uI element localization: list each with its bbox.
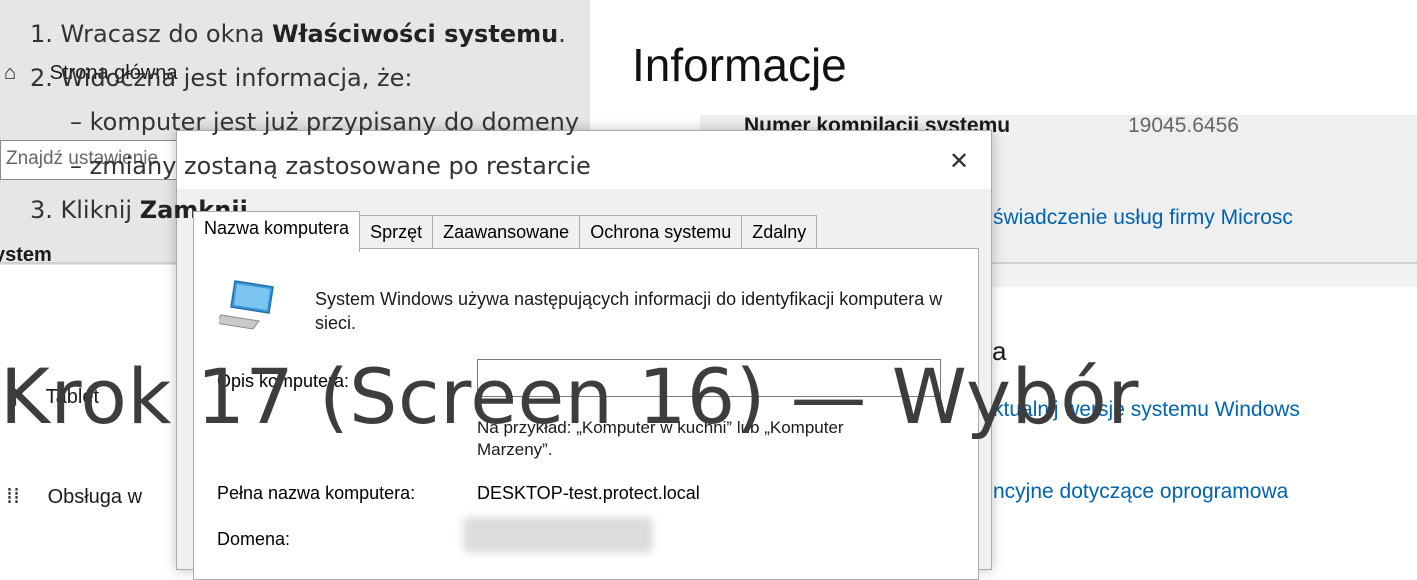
license-link[interactable]: ncyjne dotyczące oprogramowa bbox=[993, 480, 1288, 504]
domain-label: Domena: bbox=[217, 529, 291, 549]
full-name-value: DESKTOP-test.protect.local bbox=[477, 483, 700, 503]
system-properties-dialog: ✕ Nazwa komputera Sprzęt Zaawansowane Oc… bbox=[176, 130, 992, 580]
domain-value-blurred bbox=[463, 517, 653, 553]
sidebar-item-help[interactable]: ⁞⁞ Obsługa w bbox=[6, 484, 142, 509]
tab-system-protection[interactable]: Ochrona systemu bbox=[579, 215, 743, 250]
tab-advanced[interactable]: Zaawansowane bbox=[432, 215, 581, 250]
instruction-step-2b: – zmiany zostaną zastosowane po restarci… bbox=[70, 152, 591, 180]
ms-services-link[interactable]: świadczenie usług firmy Microsc bbox=[993, 206, 1293, 230]
computer-icon bbox=[219, 280, 274, 330]
close-icon[interactable]: ✕ bbox=[949, 147, 969, 175]
tab-hardware[interactable]: Sprzęt bbox=[359, 215, 434, 250]
tab-computer-name[interactable]: Nazwa komputera bbox=[193, 211, 361, 252]
tab-remote[interactable]: Zdalny bbox=[741, 215, 818, 250]
build-value: 19045.6456 bbox=[1128, 114, 1239, 137]
tab-strip: Nazwa komputera Sprzęt Zaawansowane Ochr… bbox=[193, 211, 818, 252]
help-icon: ⁞⁞ bbox=[6, 484, 20, 509]
overlay-step-title: Krok 17 (Screen 16) — Wybór bbox=[0, 352, 1139, 441]
home-icon: ⌂ bbox=[4, 62, 17, 84]
instruction-step-2: 2. Widoczna jest informacja, że: bbox=[30, 64, 413, 92]
step1-bold: Właściwości systemu bbox=[272, 20, 559, 48]
intro-text: System Windows używa następujących infor… bbox=[315, 289, 943, 333]
full-name-label: Pełna nazwa komputera: bbox=[217, 483, 416, 503]
sidebar-item-label: Obsługa w bbox=[47, 486, 143, 508]
instruction-step-2a: – komputer jest już przypisany do domeny bbox=[70, 108, 580, 136]
instruction-step-1: 1. Wracasz do okna Właściwości systemu. bbox=[30, 20, 566, 48]
page-title: Informacje bbox=[632, 39, 847, 91]
section-band bbox=[992, 265, 1417, 287]
